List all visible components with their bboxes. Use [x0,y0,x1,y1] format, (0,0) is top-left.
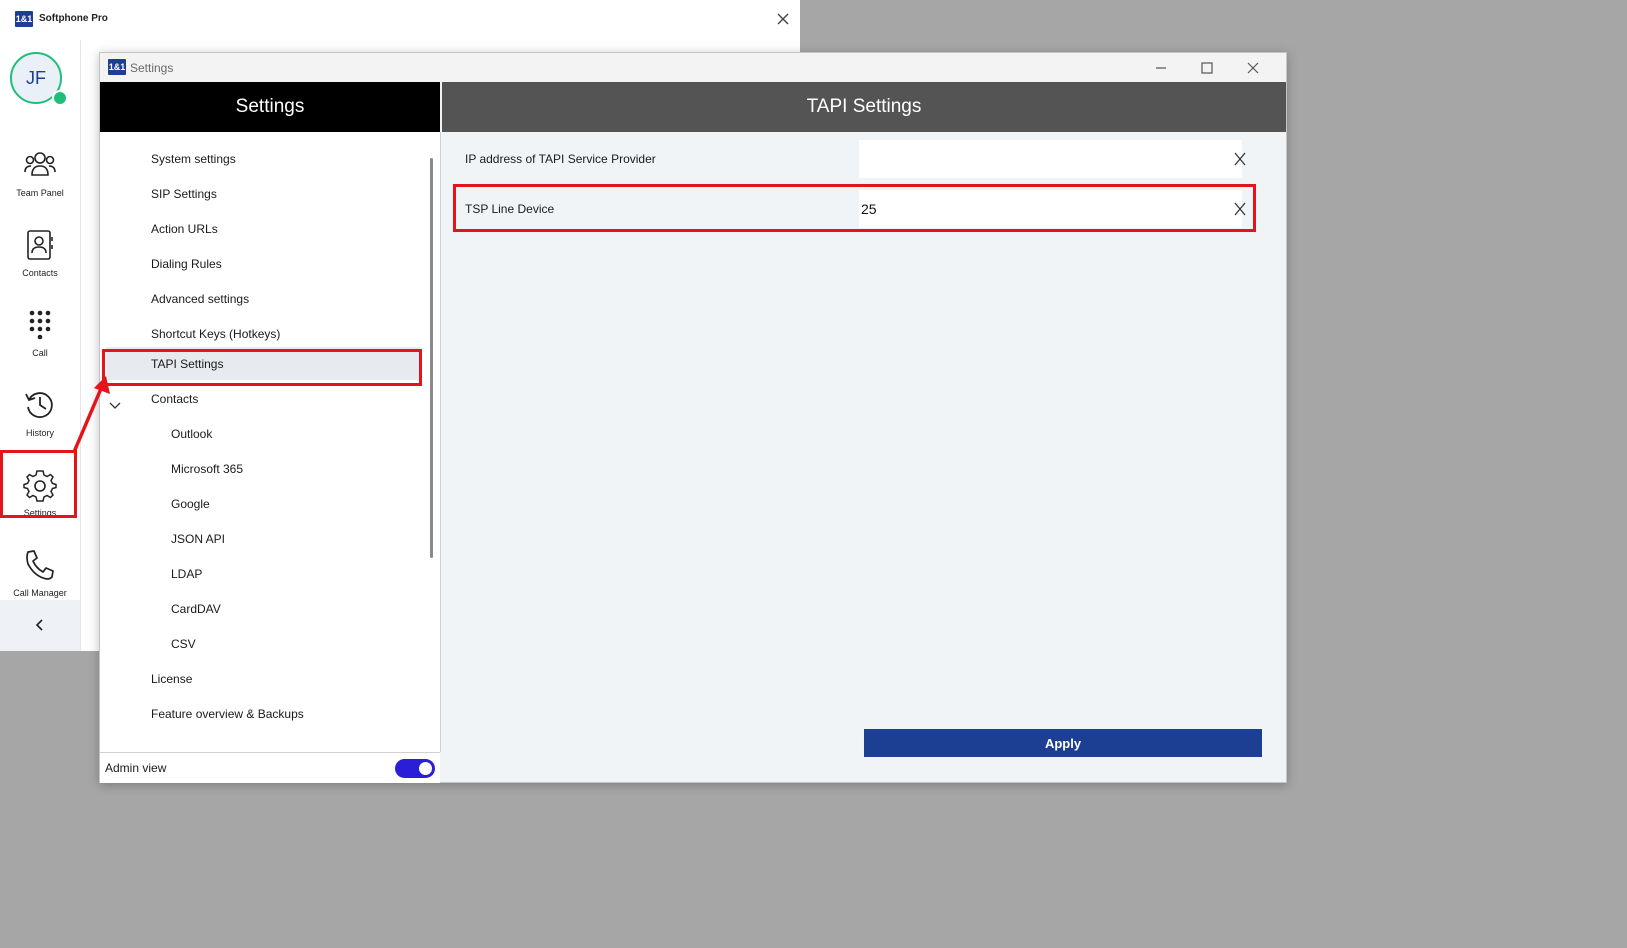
tsp-line-device-label: TSP Line Device [465,202,555,216]
settings-nav-panel: System settings SIP Settings Action URLs… [100,132,441,752]
menu-item-google[interactable]: Google [171,497,210,511]
menu-item-outlook[interactable]: Outlook [171,427,212,441]
clear-icon[interactable] [1233,152,1247,166]
admin-view-toggle[interactable] [395,759,435,778]
admin-view-bar: Admin view [100,752,440,783]
nav-label: Contacts [22,268,58,278]
nav-item-contacts[interactable]: Contacts [0,218,80,296]
ip-address-label: IP address of TAPI Service Provider [465,152,656,166]
settings-window-title: Settings [130,61,174,75]
team-icon [24,152,56,176]
phone-icon [26,550,54,580]
brand-logo: 1&1 [15,11,33,27]
collapse-nav-button[interactable] [0,600,80,651]
close-icon[interactable] [772,8,794,30]
nav-rail: JF Team Panel Contacts Call History Sett… [0,40,81,651]
pointer-arrow-icon [72,376,110,453]
tsp-line-device-input[interactable] [859,190,1242,228]
menu-item-feature-overview[interactable]: Feature overview & Backups [151,707,304,721]
menu-item-tapi-settings[interactable]: TAPI Settings [151,357,223,371]
apply-button[interactable]: Apply [864,729,1262,757]
menu-item-ldap[interactable]: LDAP [171,567,202,581]
toggle-knob [419,762,432,775]
chevron-left-icon [35,619,43,631]
nav-label: Settings [23,508,57,518]
menu-item-sip-settings[interactable]: SIP Settings [151,187,217,201]
settings-window: 1&1 Settings Settings TAPI Settings Syst… [99,52,1287,783]
field-row-ip-address: IP address of TAPI Service Provider [457,140,1263,178]
nav-label: Call Manager [13,588,67,598]
nav-item-call[interactable]: Call [0,298,80,376]
app-title: Softphone Pro [39,13,108,24]
menu-item-advanced-settings[interactable]: Advanced settings [151,292,249,306]
menu-item-json-api[interactable]: JSON API [171,532,225,546]
admin-view-label: Admin view [105,761,167,775]
brand-logo: 1&1 [108,59,126,75]
menu-item-csv[interactable]: CSV [171,637,196,651]
nav-item-team-panel[interactable]: Team Panel [0,138,80,216]
close-icon[interactable] [1242,57,1264,79]
main-titlebar: 1&1 Softphone Pro [0,0,800,40]
settings-titlebar: 1&1 Settings [100,53,1286,82]
ip-address-input[interactable] [859,140,1242,178]
menu-item-action-urls[interactable]: Action URLs [151,222,218,236]
gear-icon [23,470,57,502]
scrollbar[interactable] [430,158,433,558]
menu-item-microsoft-365[interactable]: Microsoft 365 [171,462,243,476]
menu-item-license[interactable]: License [151,672,192,686]
menu-item-shortcut-keys[interactable]: Shortcut Keys (Hotkeys) [151,327,280,341]
nav-label: Team Panel [16,188,64,198]
menu-item-dialing-rules[interactable]: Dialing Rules [151,257,222,271]
dialpad-icon [29,310,51,340]
menu-item-carddav[interactable]: CardDAV [171,602,221,616]
clear-icon[interactable] [1233,202,1247,216]
menu-item-contacts[interactable]: Contacts [151,392,198,406]
minimize-icon[interactable] [1150,57,1172,79]
history-icon [25,392,53,419]
field-row-tsp-line-device: TSP Line Device [457,190,1263,228]
nav-label: Call [32,348,48,358]
nav-item-settings[interactable]: Settings [0,458,80,536]
contacts-icon [27,230,53,260]
presence-indicator [52,90,68,106]
menu-item-system-settings[interactable]: System settings [151,152,236,166]
settings-nav-header: Settings [100,82,440,132]
page-title: TAPI Settings [442,82,1286,132]
maximize-icon[interactable] [1196,57,1218,79]
